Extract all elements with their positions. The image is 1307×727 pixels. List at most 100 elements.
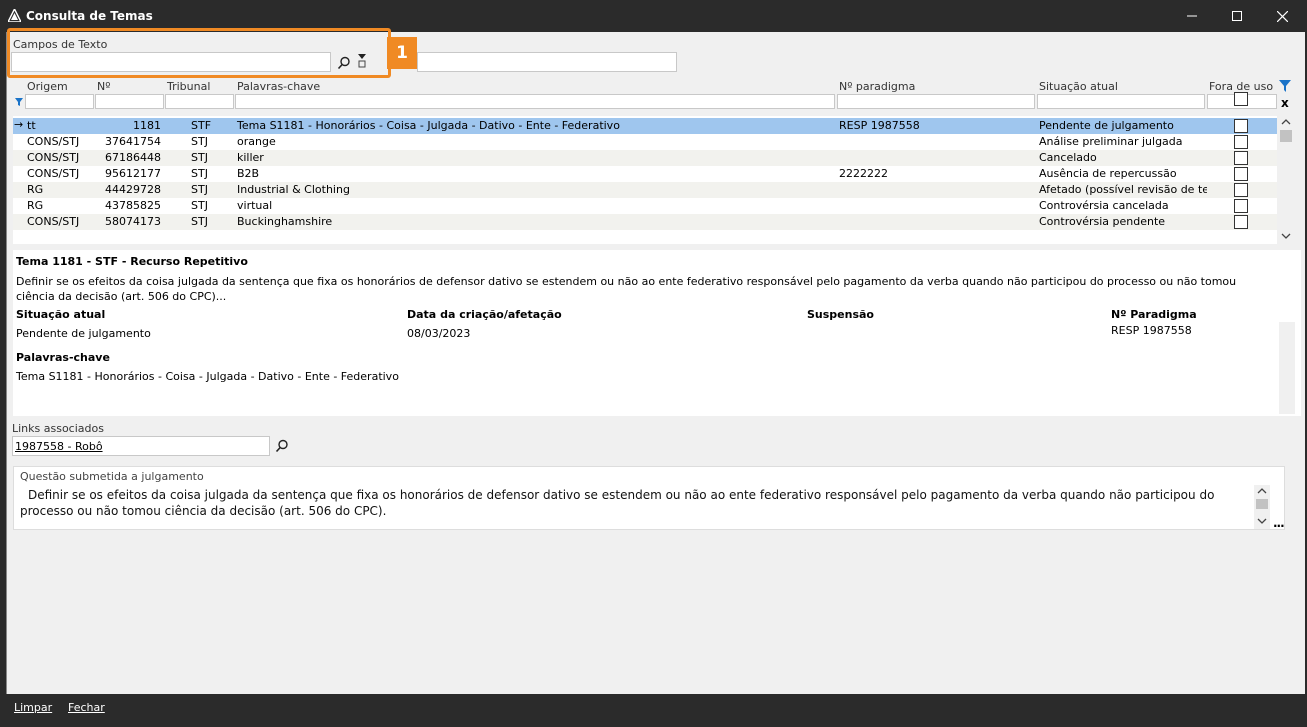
cell-numero: 67186448 [105, 151, 161, 164]
secondary-search-input[interactable] [417, 52, 677, 72]
filter-numero-input[interactable] [95, 94, 164, 109]
filter-situacao-input[interactable] [1037, 94, 1205, 109]
maximize-icon [1232, 11, 1242, 21]
table-row[interactable]: RG 44429728 STJ Industrial & Clothing Af… [13, 182, 1277, 198]
cell-origem: CONS/STJ [27, 151, 80, 164]
questao-scrollbar[interactable] [1254, 485, 1270, 529]
filter-fora-checkbox[interactable] [1234, 92, 1248, 106]
window-bottom-edge [0, 720, 1307, 727]
details-header: Tema 1181 - STF - Recurso Repetitivo [16, 255, 248, 268]
scroll-down-icon[interactable] [1281, 232, 1291, 240]
table-row[interactable]: → tt 1181 STF Tema S1181 - Honorários - … [13, 118, 1277, 134]
links-search-icon[interactable] [275, 439, 289, 453]
fora-de-uso-checkbox[interactable] [1234, 183, 1248, 197]
details-panel: Tema 1181 - STF - Recurso Repetitivo Def… [13, 250, 1301, 416]
table-row[interactable]: CONS/STJ 95612177 STJ B2B 2222222 Ausênc… [13, 166, 1277, 182]
links-field[interactable]: 1987558 - Robô [12, 436, 270, 456]
col-tribunal[interactable]: Tribunal [167, 80, 210, 93]
cell-tribunal: STJ [191, 199, 208, 212]
cell-tribunal: STJ [191, 183, 208, 196]
more-options-button[interactable]: ... [1273, 516, 1285, 530]
app-logo-icon [8, 9, 21, 22]
col-situacao[interactable]: Situação atual [1039, 80, 1118, 93]
filter-paradigma-input[interactable] [837, 94, 1035, 109]
minimize-button[interactable] [1169, 0, 1215, 32]
cell-tribunal: STJ [191, 215, 208, 228]
clear-filter-button[interactable]: x [1281, 96, 1289, 110]
grid-scroll-thumb[interactable] [1280, 130, 1292, 142]
window-title: Consulta de Temas [26, 9, 153, 23]
fora-de-uso-checkbox[interactable] [1234, 215, 1248, 229]
close-icon [1276, 10, 1288, 22]
fora-de-uso-checkbox[interactable] [1234, 135, 1248, 149]
situacao-value: Pendente de julgamento [16, 327, 151, 340]
links-label: Links associados [12, 422, 104, 435]
cell-tribunal: STJ [191, 151, 208, 164]
cell-origem: CONS/STJ [27, 135, 80, 148]
cell-numero: 95612177 [105, 167, 161, 180]
cell-numero: 58074173 [105, 215, 161, 228]
fechar-button[interactable]: Fechar [68, 701, 105, 714]
questao-label: Questão submetida a julgamento [20, 470, 204, 483]
palavras-value: Tema S1181 - Honorários - Coisa - Julgad… [16, 370, 399, 383]
minimize-icon [1187, 15, 1197, 17]
cell-numero: 44429728 [105, 183, 161, 196]
col-paradigma[interactable]: Nº paradigma [839, 80, 915, 93]
questao-scroll-thumb[interactable] [1256, 499, 1268, 509]
questao-text[interactable]: Definir se os efeitos da coisa julgada d… [20, 487, 1260, 519]
main-content: Campos de Texto 1 Origem Nº Tribunal Pal… [6, 28, 1305, 694]
cell-situacao: Controvérsia cancelada [1039, 199, 1169, 212]
cell-situacao: Análise preliminar julgada [1039, 135, 1183, 148]
cell-situacao: Ausência de repercussão [1039, 167, 1177, 180]
situacao-label: Situação atual [16, 308, 106, 321]
paradigma-value: RESP 1987558 [1111, 324, 1192, 337]
cell-origem: RG [27, 199, 44, 212]
bottom-toolbar: Limpar Fechar [6, 694, 1305, 720]
grid-scrollbar[interactable] [1278, 116, 1294, 244]
questao-memo[interactable]: Questão submetida a julgamento Definir s… [13, 466, 1285, 530]
filter-palavras-input[interactable] [235, 94, 835, 109]
scroll-up-icon[interactable] [1281, 118, 1291, 126]
data-value: 08/03/2023 [407, 327, 471, 340]
cell-situacao: Pendente de julgamento [1039, 119, 1174, 132]
filter-origem-input[interactable] [25, 94, 94, 109]
maximize-button[interactable] [1214, 0, 1260, 32]
table-row[interactable]: CONS/STJ 37641754 STJ orange Análise pre… [13, 134, 1277, 150]
fora-de-uso-checkbox[interactable] [1234, 119, 1248, 133]
row-pointer-icon: → [14, 118, 24, 131]
filter-row-icon [15, 98, 23, 106]
table-row[interactable]: CONS/STJ 58074173 STJ Buckinghamshire Co… [13, 214, 1277, 230]
details-description: Definir se os efeitos da coisa julgada d… [16, 275, 1237, 303]
filter-tribunal-input[interactable] [165, 94, 234, 109]
scroll-down-icon[interactable] [1257, 517, 1267, 525]
table-row[interactable]: RG 43785825 STJ virtual Controvérsia can… [13, 198, 1277, 214]
table-row[interactable]: CONS/STJ 67186448 STJ killer Cancelado [13, 150, 1277, 166]
fora-de-uso-checkbox[interactable] [1234, 167, 1248, 181]
cell-situacao: Controvérsia pendente [1039, 215, 1166, 228]
col-origem[interactable]: Origem [27, 80, 68, 93]
suspensao-label: Suspensão [807, 308, 874, 321]
cell-origem: RG [27, 183, 44, 196]
results-grid: → tt 1181 STF Tema S1181 - Honorários - … [13, 116, 1277, 244]
close-button[interactable] [1259, 0, 1305, 32]
col-palavras[interactable]: Palavras-chave [237, 80, 320, 93]
cell-situacao: Cancelado [1039, 151, 1097, 164]
cell-palavras: B2B [237, 167, 260, 180]
filter-icon[interactable] [1279, 80, 1291, 92]
filter-row [13, 92, 1277, 110]
fora-de-uso-checkbox[interactable] [1234, 151, 1248, 165]
details-scrollbar[interactable] [1279, 322, 1295, 414]
cell-palavras: Industrial & Clothing [237, 183, 350, 196]
palavras-label: Palavras-chave [16, 351, 110, 364]
fora-de-uso-checkbox[interactable] [1234, 199, 1248, 213]
col-numero[interactable]: Nº [97, 80, 110, 93]
scroll-up-icon[interactable] [1257, 487, 1267, 495]
cell-palavras: killer [237, 151, 264, 164]
cell-tribunal: STF [191, 119, 212, 132]
cell-origem: tt [27, 119, 36, 132]
link-robo[interactable]: 1987558 - Robô [15, 440, 103, 453]
cell-tribunal: STJ [191, 167, 208, 180]
cell-numero: 37641754 [105, 135, 161, 148]
highlight-box [7, 28, 391, 78]
limpar-button[interactable]: Limpar [14, 701, 52, 714]
